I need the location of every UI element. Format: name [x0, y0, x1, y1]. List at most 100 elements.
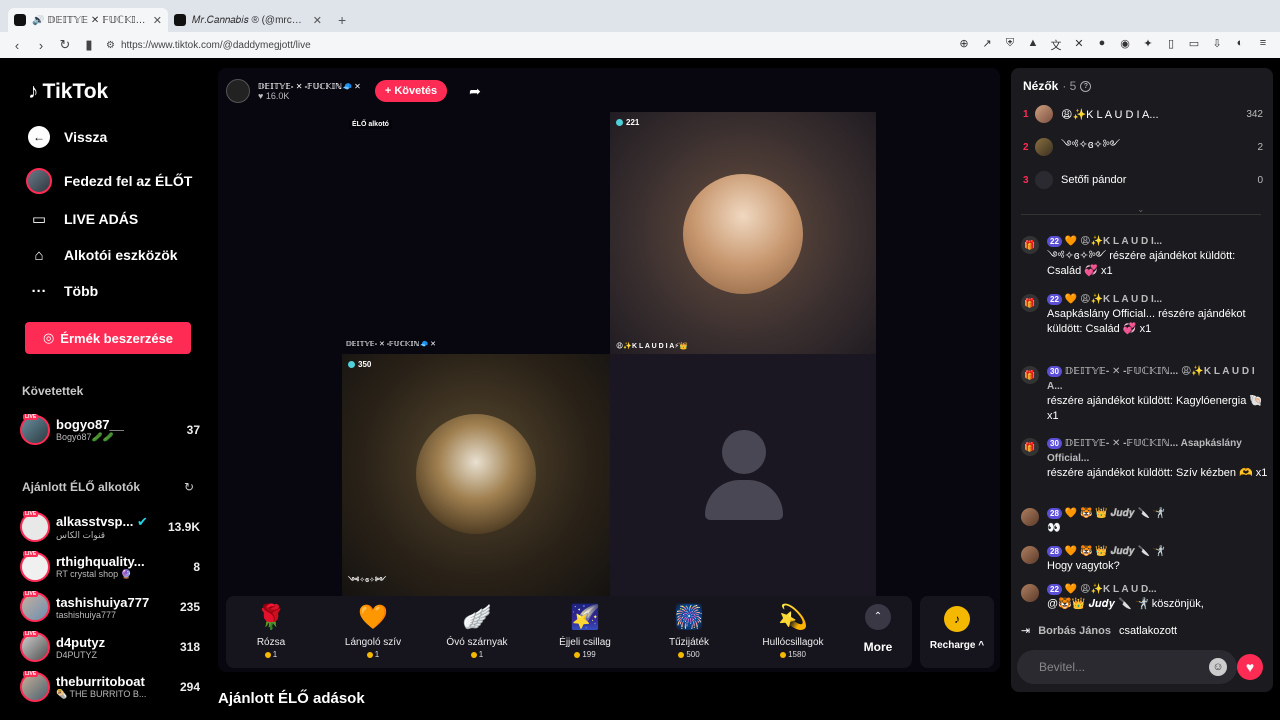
site-info-icon[interactable]: ⚙: [106, 40, 115, 51]
live-badge: LIVE: [23, 551, 39, 557]
gift-item[interactable]: 🎆 Tűzijáték 500: [644, 602, 734, 659]
extension-icon[interactable]: ◉: [1118, 37, 1132, 53]
viewer-score: 0: [1257, 174, 1263, 186]
host-video-tile[interactable]: 350 ༺✧ɞ✧༻: [342, 354, 610, 596]
following-user-row[interactable]: LIVE bogyo87__ Bogyó87🥒🥒 37: [20, 413, 200, 447]
gift-item[interactable]: 🌠 Éjjeli csillag 199: [540, 602, 630, 659]
gift-item[interactable]: 💫 Hullócsillagok 1580: [748, 602, 838, 659]
browser-tab[interactable]: 𝑀𝑟.𝐶𝑎𝑛𝑛𝑎𝑏𝑖𝑠 ® (@mrcannabis_) ✕: [168, 8, 328, 32]
message-text: ༺✧ɞ✧༻ részére ajándékot küldött: Család …: [1047, 250, 1236, 277]
message-sender[interactable]: 𝔻𝔼𝕀𝕋𝕐𝔼- ✕ -𝔽𝕌ℂ𝕂𝕀ℕ... Asapkáslány Officia…: [1047, 438, 1242, 464]
tiktok-logo[interactable]: ♪ TikTok: [28, 80, 108, 104]
heart-like-button[interactable]: ♥: [1237, 654, 1263, 680]
nav-back[interactable]: ← Vissza: [26, 126, 107, 148]
share-icon[interactable]: ↗: [980, 37, 994, 53]
help-icon[interactable]: ?: [1080, 80, 1092, 92]
wallet-icon[interactable]: ▭: [1187, 37, 1201, 53]
message-sender[interactable]: 🧡 😩✨K L A U D...: [1065, 584, 1157, 595]
menu-icon[interactable]: ≡: [1256, 37, 1270, 53]
translate-icon[interactable]: 文: [1049, 37, 1063, 53]
get-coins-button[interactable]: ◎ Érmék beszerzése: [25, 322, 191, 354]
message-sender[interactable]: 🧡 😩✨K L A U D I...: [1065, 294, 1162, 305]
download-icon[interactable]: ⇩: [1210, 37, 1224, 53]
follow-button[interactable]: + Követés: [374, 80, 448, 102]
more-gifts-button[interactable]: ⌃ More: [858, 604, 898, 654]
puzzle-icon[interactable]: ✦: [1141, 37, 1155, 53]
viewers-title: Nézők: [1023, 79, 1059, 93]
viewer-row[interactable]: 1 😩✨K L A U D I A... 342: [1023, 104, 1263, 124]
recommended-user-row[interactable]: LIVE rthighquality... RT crystal shop 🔮 8: [20, 550, 200, 584]
viewer-row[interactable]: 3 Setőfi pándor 0: [1023, 170, 1263, 190]
recommended-user-row[interactable]: LIVE alkasstvsp... ✔ قنوات الكاس 13.9K: [20, 510, 200, 544]
host-avatar[interactable]: [226, 79, 250, 103]
nav-live-broadcast[interactable]: ▭ LIVE ADÁS: [26, 206, 138, 232]
coin-icon: [574, 651, 581, 658]
recommended-live-title: Ajánlott ÉLŐ adások: [218, 690, 365, 707]
avatar[interactable]: [1021, 546, 1039, 564]
message-sender[interactable]: 🧡 🐯 👑 𝑱𝒖𝒅𝒚 🔪 🤺: [1065, 546, 1165, 557]
host-likes: ♥ 16.0K: [258, 90, 290, 101]
viewer-row[interactable]: 2 ༺✧ɞ✧༻ 2: [1023, 137, 1263, 157]
refresh-icon[interactable]: ↻: [184, 480, 194, 494]
gift-price: 1: [226, 650, 316, 659]
viewer-score: 2: [1257, 141, 1263, 153]
nav-explore-live[interactable]: Fedezd fel az ÉLŐT: [26, 168, 192, 194]
empty-guest-tile[interactable]: [610, 354, 876, 596]
gift-item[interactable]: 🌹 Rózsa 1: [226, 602, 316, 659]
message-sender[interactable]: 𝔻𝔼𝕀𝕋𝕐𝔼- ✕ -𝔽𝕌ℂ𝕂𝕀ℕ... 😩✨K L A U D I A...: [1047, 366, 1255, 392]
shield-icon[interactable]: ⛨: [1003, 37, 1017, 53]
back-icon[interactable]: ‹: [10, 38, 24, 53]
gift-bar: 🌹 Rózsa 1 🧡 Lángoló szív 1 🪽 Óvó szárnya…: [226, 596, 912, 668]
avatar: LIVE: [20, 631, 50, 662]
avatar[interactable]: [1021, 508, 1039, 526]
gift-item[interactable]: 🪽 Óvó szárnyak 1: [432, 602, 522, 659]
profile-icon[interactable]: ◐: [1233, 37, 1247, 53]
nav-label: Vissza: [64, 129, 108, 145]
extension-icon[interactable]: ●: [1095, 37, 1109, 53]
sidebar-icon[interactable]: ▯: [1164, 37, 1178, 53]
browser-tab-active[interactable]: 🔊 𝔻𝔼𝕀𝕋𝕐𝔼 ✕ 𝔽𝕌ℂ𝕂𝕀ℕ 🧢✕ (@da ✕: [8, 8, 168, 32]
gift-price: 1: [432, 650, 522, 659]
reload-icon[interactable]: ↻: [58, 37, 72, 53]
gift-name: Lángoló szív: [344, 637, 402, 648]
recharge-label: Recharge ^: [929, 640, 985, 651]
recommended-user-row[interactable]: LIVE d4putyz D4PUTYZ 318: [20, 630, 200, 664]
close-tab-icon[interactable]: ✕: [153, 14, 162, 27]
warning-icon[interactable]: ▲: [1026, 37, 1040, 53]
chat-panel: Nézők · 5 ? 1 😩✨K L A U D I A... 342 2 ༺…: [1011, 68, 1273, 692]
level-badge: 30: [1047, 365, 1062, 377]
chat-input[interactable]: [1039, 660, 1209, 674]
chevron-down-icon[interactable]: ⌄: [1137, 204, 1145, 215]
message-sender[interactable]: 🧡 🐯 👑 𝑱𝒖𝒅𝒚 🔪 🤺: [1065, 508, 1165, 519]
viewers-header[interactable]: Nézők · 5 ?: [1023, 79, 1092, 93]
gift-name: Éjjeli csillag: [559, 637, 611, 648]
message-text: @🐯👑 𝑱𝒖𝒅𝒚 🔪 🤺 köszönjük,: [1047, 598, 1204, 610]
gift-item[interactable]: 🧡 Lángoló szív 1: [328, 602, 418, 659]
guest-video-tile[interactable]: 221 😩✨K L A U D I A⚡👑: [610, 112, 876, 354]
host-name[interactable]: 𝔻𝔼𝕀𝕋𝕐𝔼- ✕ -𝔽𝕌ℂ𝕂𝕀ℕ🧢 ✕: [258, 82, 361, 91]
wings-icon: 🪽: [462, 604, 492, 631]
recommended-user-row[interactable]: LIVE tashishuiya777 tashishuiya777 235: [20, 590, 200, 624]
avatar: LIVE: [20, 551, 50, 582]
extension-icon[interactable]: ✕: [1072, 37, 1086, 53]
live-stream-area: 𝔻𝔼𝕀𝕋𝕐𝔼- ✕ -𝔽𝕌ℂ𝕂𝕀ℕ🧢 ✕ ♥ 16.0K + Követés ➦…: [218, 68, 1000, 672]
new-tab-icon[interactable]: +: [328, 8, 356, 32]
bookmark-icon[interactable]: ▮: [82, 37, 96, 53]
address-bar[interactable]: ⚙ https://www.tiktok.com/@daddymegjott/l…: [106, 35, 947, 55]
recharge-button[interactable]: ♪ Recharge ^: [920, 596, 994, 668]
share-arrow-icon[interactable]: ➦: [469, 83, 481, 100]
browser-toolbar: ‹ › ↻ ▮ ⚙ https://www.tiktok.com/@daddym…: [0, 32, 1280, 58]
recommended-user-row[interactable]: LIVE theburritoboat 🌯 THE BURRITO B... 29…: [20, 670, 200, 704]
nav-creator-tools[interactable]: ⌂ Alkotói eszközök: [26, 242, 177, 268]
tiktok-favicon-icon: [174, 14, 186, 26]
zoom-icon[interactable]: ⊕: [957, 37, 971, 53]
chat-message: 🎁 30 𝔻𝔼𝕀𝕋𝕐𝔼- ✕ -𝔽𝕌ℂ𝕂𝕀ℕ... 😩✨K L A U D I A…: [1021, 364, 1269, 424]
chat-message: 22 🧡 😩✨K L A U D... @🐯👑 𝑱𝒖𝒅𝒚 🔪 🤺 köszönjük…: [1021, 582, 1269, 618]
joined-user[interactable]: Borbás János: [1038, 625, 1111, 637]
avatar[interactable]: [1021, 584, 1039, 602]
close-tab-icon[interactable]: ✕: [313, 14, 322, 27]
emoji-icon[interactable]: ☺: [1209, 658, 1227, 676]
forward-icon[interactable]: ›: [34, 38, 48, 53]
message-sender[interactable]: 🧡 😩✨K L A U D I...: [1065, 236, 1162, 247]
nav-more[interactable]: ··· Több: [26, 278, 99, 304]
